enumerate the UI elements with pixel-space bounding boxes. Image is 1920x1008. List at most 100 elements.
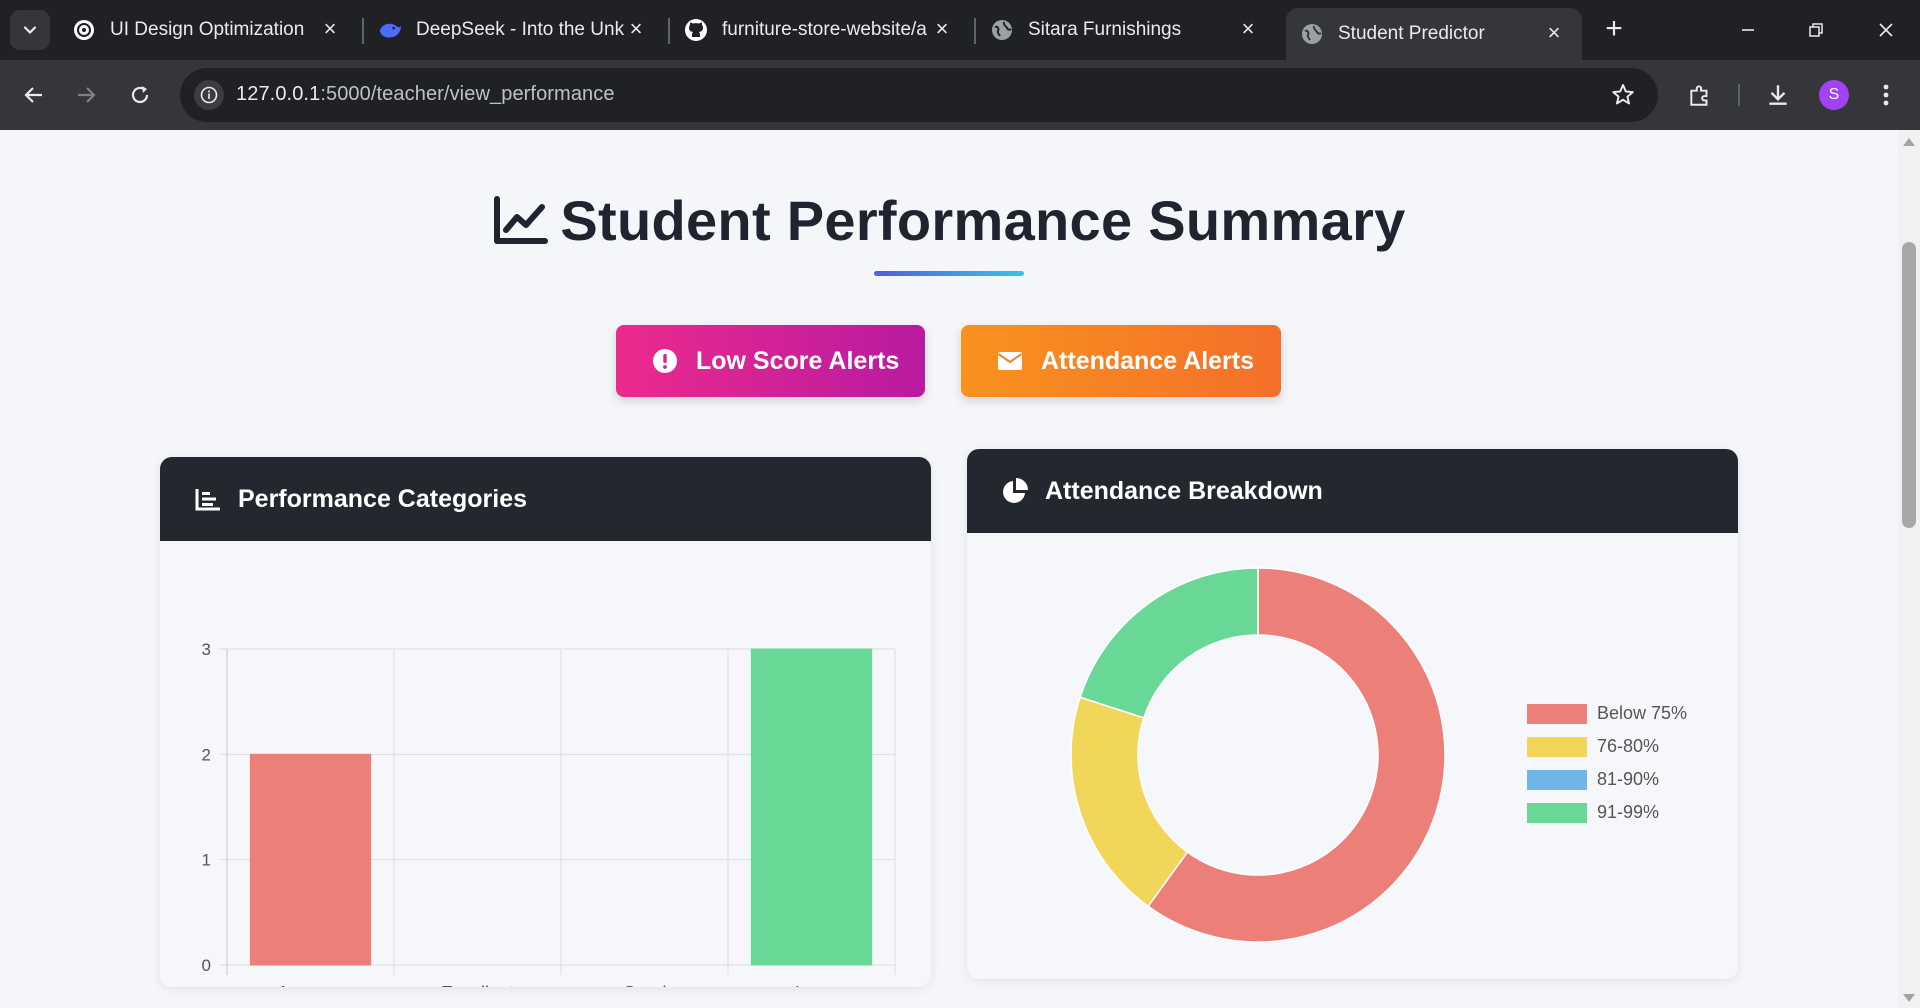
tab-search-button[interactable] (10, 10, 50, 50)
bar-low[interactable] (750, 648, 873, 966)
downloads-button[interactable] (1760, 77, 1796, 113)
legend-swatch (1527, 769, 1587, 790)
scroll-down-arrow[interactable] (1903, 994, 1915, 1002)
url-host: 127.0.0.1 (236, 83, 321, 105)
performance-bar-chart: 0 1 2 3 Average Excellent Good Low (202, 640, 896, 987)
attendance-card-title: Attendance Breakdown (1045, 476, 1323, 505)
close-tab-icon[interactable]: × (930, 18, 954, 42)
pie-chart-icon (1001, 477, 1029, 505)
reload-button[interactable] (122, 77, 158, 113)
exclamation-circle-icon (652, 348, 678, 374)
chevron-down-icon (23, 26, 37, 35)
y-tick-label: 1 (202, 851, 211, 870)
download-icon (1769, 85, 1787, 105)
legend-label: 91-99% (1597, 802, 1660, 822)
legend-item[interactable]: 76-80% (1527, 730, 1687, 763)
close-window-button[interactable] (1866, 14, 1906, 46)
restore-icon (1809, 23, 1823, 37)
tab-title: furniture-store-website/a (722, 19, 927, 40)
x-tick-label: Good (622, 983, 666, 987)
legend-swatch (1527, 703, 1587, 724)
browser-tab-sitara[interactable]: Sitara Furnishings × (976, 8, 1276, 52)
browser-menu-button[interactable] (1868, 77, 1904, 113)
performance-card-header: Performance Categories (160, 457, 931, 541)
reload-icon (131, 86, 149, 104)
attendance-alerts-label: Attendance Alerts (1041, 346, 1255, 375)
legend-swatch (1527, 736, 1587, 757)
address-bar[interactable]: 127.0.0.1:5000/teacher/view_performance (180, 68, 1658, 122)
tab-title: DeepSeek - Into the Unk (416, 19, 625, 40)
legend-item[interactable]: 91-99% (1527, 796, 1687, 829)
attendance-legend: Below 75% 76-80% 81-90% 91-99% (1527, 697, 1687, 829)
tab-title: Student Predictor (1338, 23, 1485, 44)
minimize-icon (1742, 29, 1754, 31)
arrow-right-icon (78, 87, 96, 103)
page-heading: Student Performance Summary (0, 188, 1898, 253)
attendance-card-header: Attendance Breakdown (967, 449, 1738, 533)
openai-icon (72, 18, 96, 42)
back-button[interactable] (16, 77, 52, 113)
toolbar-divider (1738, 84, 1740, 106)
browser-tab-student-predictor[interactable]: Student Predictor × (1286, 8, 1582, 60)
extensions-button[interactable] (1682, 77, 1718, 113)
puzzle-icon (1690, 85, 1708, 106)
globe-icon (1300, 22, 1324, 46)
close-icon (1879, 23, 1893, 37)
x-tick-label: Excellent (441, 983, 514, 987)
new-tab-button[interactable]: + (1598, 14, 1630, 46)
x-tick-label: Average (277, 983, 344, 987)
page-title: Student Performance Summary (560, 189, 1406, 252)
envelope-icon (997, 348, 1023, 374)
restore-button[interactable] (1796, 14, 1836, 46)
low-score-alerts-label: Low Score Alerts (696, 346, 900, 375)
close-tab-icon[interactable]: × (318, 18, 342, 42)
bar-average[interactable] (249, 753, 372, 966)
legend-label: 81-90% (1597, 769, 1660, 789)
close-tab-icon[interactable]: × (1236, 18, 1260, 42)
close-tab-icon[interactable]: × (624, 18, 648, 42)
y-tick-label: 2 (202, 745, 211, 764)
attendance-alerts-button[interactable]: Attendance Alerts (961, 325, 1281, 397)
deepseek-icon (378, 18, 402, 42)
low-score-alerts-button[interactable]: Low Score Alerts (616, 325, 925, 397)
y-tick-label: 0 (202, 956, 211, 975)
title-underline (874, 271, 1024, 276)
slice-91-99-[interactable] (1079, 567, 1259, 719)
site-info-icon[interactable] (194, 80, 224, 110)
browser-tab-github[interactable]: furniture-store-website/a × (670, 8, 970, 52)
legend-swatch (1527, 802, 1587, 823)
scroll-up-arrow[interactable] (1903, 138, 1915, 146)
arrow-left-icon (24, 87, 42, 103)
close-tab-icon[interactable]: × (1542, 22, 1566, 46)
line-chart-icon (494, 195, 549, 244)
globe-icon (990, 18, 1014, 42)
bar-chart-icon (194, 485, 222, 513)
legend-item[interactable]: Below 75% (1527, 697, 1687, 730)
scrollbar-thumb[interactable] (1902, 242, 1916, 528)
slice-76-80-[interactable] (1070, 696, 1189, 908)
browser-toolbar: 127.0.0.1:5000/teacher/view_performance (0, 60, 1920, 130)
bookmark-star-icon[interactable] (1610, 82, 1636, 113)
legend-label: Below 75% (1597, 703, 1688, 723)
tab-title: Sitara Furnishings (1028, 19, 1182, 40)
minimize-button[interactable] (1728, 14, 1768, 46)
url-path: :5000/teacher/view_performance (320, 83, 615, 105)
page-content: Student Performance Summary Low Score Al… (0, 130, 1898, 1008)
profile-avatar[interactable]: S (1819, 80, 1849, 110)
performance-categories-card: Performance Categories 0 1 2 3 Average Excell… (160, 457, 931, 987)
tab-title: UI Design Optimization (110, 19, 305, 40)
url-text[interactable]: 127.0.0.1:5000/teacher/view_performance (236, 83, 615, 106)
y-tick-label: 3 (202, 640, 211, 659)
browser-tab-ui-design[interactable]: UI Design Optimization × (58, 8, 358, 52)
page-scrollbar[interactable] (1898, 130, 1920, 1008)
forward-button[interactable] (68, 77, 104, 113)
kebab-menu-icon (1883, 84, 1889, 106)
performance-card-title: Performance Categories (238, 484, 528, 513)
browser-tab-deepseek[interactable]: DeepSeek - Into the Unk × (364, 8, 664, 52)
legend-item[interactable]: 81-90% (1527, 763, 1687, 796)
browser-tab-bar: UI Design Optimization × DeepSeek - Into… (0, 0, 1920, 60)
github-icon (684, 18, 708, 42)
legend-label: 76-80% (1597, 736, 1660, 756)
x-tick-label: Low (795, 983, 829, 987)
attendance-breakdown-card: Attendance Breakdown Below 75% 76-80% 81-9… (967, 449, 1738, 979)
